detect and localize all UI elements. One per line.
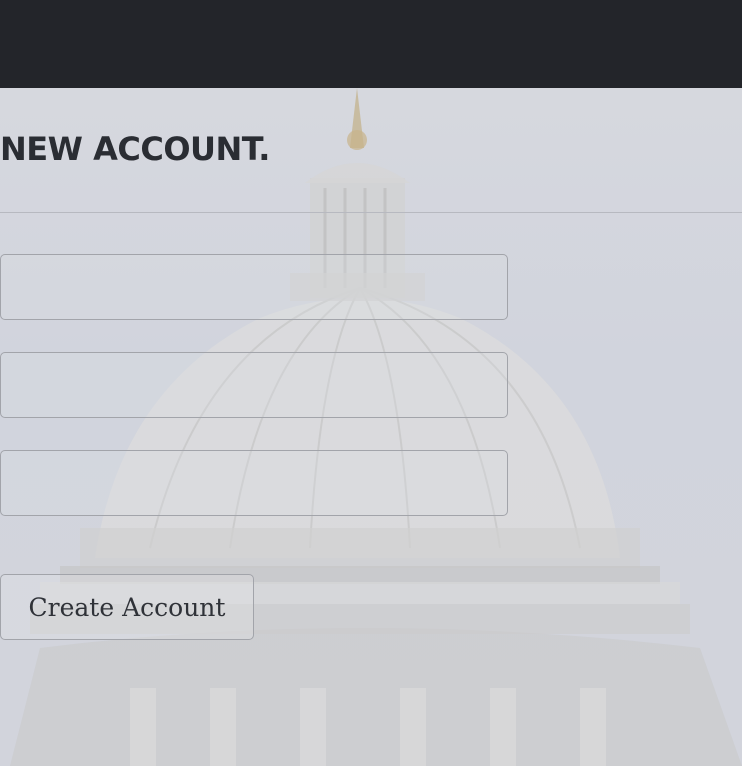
create-account-button[interactable]: Create Account bbox=[0, 574, 254, 640]
account-field-1[interactable] bbox=[0, 254, 508, 320]
page-title: NEW ACCOUNT. bbox=[0, 130, 270, 168]
title-divider bbox=[0, 212, 742, 213]
account-field-3[interactable] bbox=[0, 450, 508, 516]
new-account-form: NEW ACCOUNT. Create Account bbox=[0, 88, 742, 766]
top-nav-bar bbox=[0, 0, 742, 88]
account-field-2[interactable] bbox=[0, 352, 508, 418]
